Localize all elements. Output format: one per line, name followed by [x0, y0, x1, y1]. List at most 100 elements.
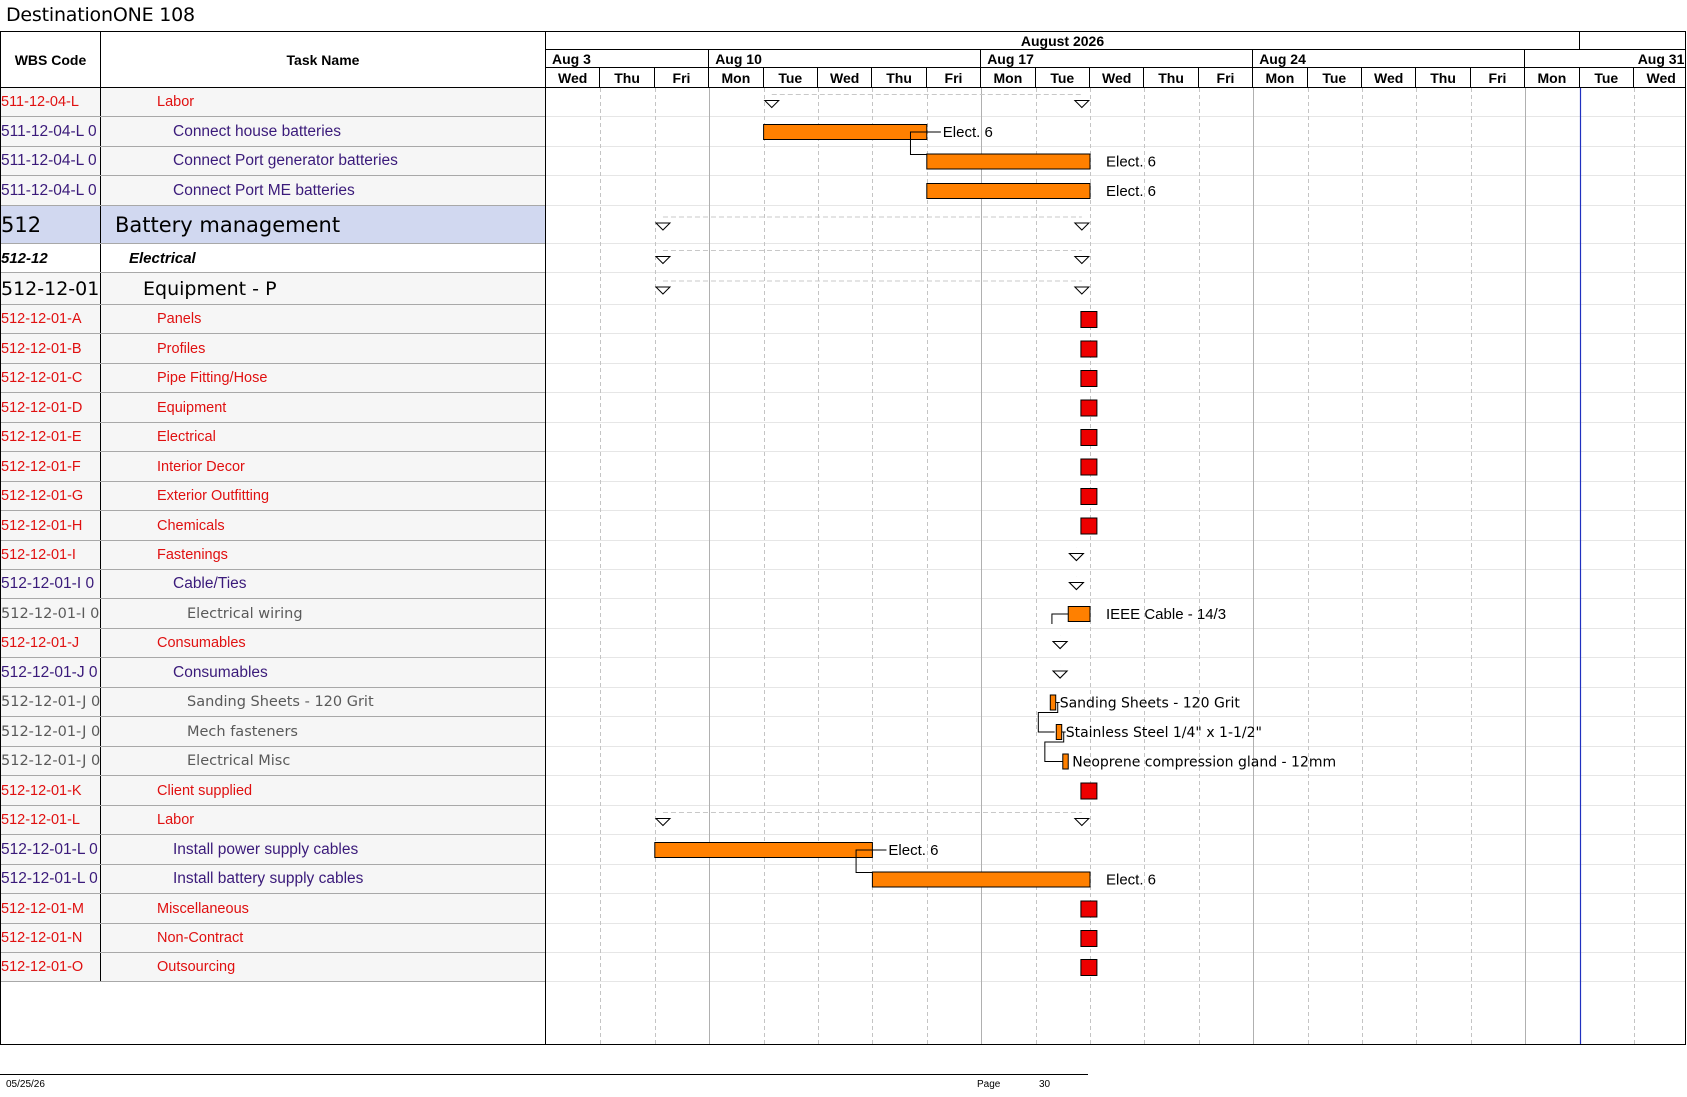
task-name-cell[interactable]: Client supplied: [101, 776, 545, 805]
wbs-code-cell[interactable]: 511-12-04-L: [1, 88, 101, 116]
table-row[interactable]: 511-12-04-L Labor: [1, 88, 545, 117]
task-name-cell[interactable]: Labor: [101, 88, 545, 116]
task-name-cell[interactable]: Non-Contract: [101, 924, 545, 952]
wbs-code-cell[interactable]: 512: [1, 206, 101, 243]
table-row[interactable]: 512-12-01-A Panels: [1, 305, 545, 334]
wbs-code-cell[interactable]: 511-12-04-L 0: [1, 117, 101, 146]
task-name-cell[interactable]: Sanding Sheets - 120 Grit: [101, 688, 545, 716]
table-row[interactable]: 512-12-01-G Exterior Outfitting: [1, 482, 545, 511]
table-row[interactable]: 512-12-01-H Chemicals: [1, 511, 545, 541]
task-name-cell[interactable]: Install power supply cables: [101, 835, 545, 864]
day-label: Tue: [1308, 68, 1362, 87]
day-label: Thu: [600, 68, 655, 87]
wbs-code-cell[interactable]: 512-12-01-L 0: [1, 865, 101, 893]
table-row[interactable]: 512-12-01-J 01 Sanding Sheets - 120 Grit: [1, 688, 545, 717]
task-name-cell[interactable]: Equipment: [101, 393, 545, 422]
wbs-code-cell[interactable]: 512-12-01-D: [1, 393, 101, 422]
wbs-code-cell[interactable]: 512-12-01-C: [1, 364, 101, 392]
wbs-code-cell[interactable]: 512-12-01-O: [1, 953, 101, 981]
table-row[interactable]: 512-12-01-J Consumables: [1, 629, 545, 658]
table-row[interactable]: 512-12-01-C Pipe Fitting/Hose: [1, 364, 545, 393]
task-name-cell[interactable]: Cable/Ties: [101, 570, 545, 598]
wbs-code-cell[interactable]: 512-12-01-J 0: [1, 658, 101, 687]
table-row[interactable]: 512-12-01-E Electrical: [1, 423, 545, 452]
table-row[interactable]: 511-12-04-L 0 Connect house batteries: [1, 117, 545, 147]
wbs-code-cell[interactable]: 512-12-01-J 01: [1, 717, 101, 746]
wbs-code-cell[interactable]: 512-12-01-A: [1, 305, 101, 333]
task-name-cell[interactable]: Consumables: [101, 658, 545, 687]
wbs-code-cell[interactable]: 512-12-01-J 01: [1, 747, 101, 775]
wbs-code-cell[interactable]: 512-12-01-J: [1, 629, 101, 657]
task-name-cell[interactable]: Interior Decor: [101, 452, 545, 481]
wbs-code-cell[interactable]: 512-12-01-L 0: [1, 835, 101, 864]
table-row[interactable]: 512-12-01-J 01 Electrical Misc: [1, 747, 545, 776]
table-row[interactable]: 512-12-01-M Miscellaneous: [1, 894, 545, 924]
table-row[interactable]: 512-12-01-L 0 Install battery supply cabl…: [1, 865, 545, 894]
wbs-code-cell[interactable]: 512-12-01-E: [1, 423, 101, 451]
task-name-cell[interactable]: Panels: [101, 305, 545, 333]
task-name-cell[interactable]: Profiles: [101, 334, 545, 363]
gantt-row-bg: [546, 334, 1685, 364]
task-name-cell[interactable]: Consumables: [101, 629, 545, 657]
task-name-cell[interactable]: Miscellaneous: [101, 894, 545, 923]
wbs-code-cell[interactable]: 512-12-01-L: [1, 806, 101, 834]
task-name-cell[interactable]: Pipe Fitting/Hose: [101, 364, 545, 392]
gantt-row-bg: [546, 364, 1685, 393]
wbs-code-cell[interactable]: 512-12-01-H: [1, 511, 101, 540]
column-header-wbs-code[interactable]: WBS Code: [1, 32, 101, 88]
task-name-cell[interactable]: Exterior Outfitting: [101, 482, 545, 510]
day-label: Fri: [655, 68, 710, 87]
wbs-code-cell[interactable]: 512-12-01-I 01: [1, 599, 101, 628]
wbs-code-cell[interactable]: 511-12-04-L 0: [1, 176, 101, 205]
task-name-cell[interactable]: Connect Port generator batteries: [101, 147, 545, 175]
wbs-code-cell[interactable]: 512-12-01-I: [1, 541, 101, 569]
wbs-code-cell[interactable]: 512-12-01: [1, 273, 101, 304]
table-row[interactable]: 512-12-01-J 01 Mech fasteners: [1, 717, 545, 747]
wbs-code-cell[interactable]: 511-12-04-L 0: [1, 147, 101, 175]
task-name-cell[interactable]: Electrical: [101, 244, 545, 272]
wbs-code-cell[interactable]: 512-12-01-I 0: [1, 570, 101, 598]
table-row[interactable]: 512-12-01-I 0 Cable/Ties: [1, 570, 545, 599]
task-name-cell[interactable]: Electrical wiring: [101, 599, 545, 628]
task-name-cell[interactable]: Connect Port ME batteries: [101, 176, 545, 205]
table-row[interactable]: 512-12-01 Equipment - P: [1, 273, 545, 305]
table-row[interactable]: 511-12-04-L 0 Connect Port generator batt…: [1, 147, 545, 176]
table-row[interactable]: 512-12-01-D Equipment: [1, 393, 545, 423]
task-name-cell[interactable]: Chemicals: [101, 511, 545, 540]
task-name-cell[interactable]: Equipment - P: [101, 273, 545, 304]
wbs-code-cell[interactable]: 512-12-01-G: [1, 482, 101, 510]
gantt-row-bg: [546, 206, 1685, 244]
wbs-code-cell[interactable]: 512-12-01-M: [1, 894, 101, 923]
wbs-code-cell[interactable]: 512-12-01-K: [1, 776, 101, 805]
task-name-cell[interactable]: Battery management: [101, 206, 545, 243]
table-row[interactable]: 512-12-01-I Fastenings: [1, 541, 545, 570]
task-name-cell[interactable]: Electrical Misc: [101, 747, 545, 775]
wbs-code-cell[interactable]: 512-12-01-J 01: [1, 688, 101, 716]
wbs-code-cell[interactable]: 512-12-01-F: [1, 452, 101, 481]
task-name-cell[interactable]: Fastenings: [101, 541, 545, 569]
task-name-cell[interactable]: Install battery supply cables: [101, 865, 545, 893]
task-name-cell[interactable]: Labor: [101, 806, 545, 834]
day-label: Thu: [1144, 68, 1199, 87]
wbs-code-cell[interactable]: 512-12-01-N: [1, 924, 101, 952]
task-name-cell[interactable]: Outsourcing: [101, 953, 545, 981]
table-row[interactable]: 512 Battery management: [1, 206, 545, 244]
table-row[interactable]: 512-12 Electrical: [1, 244, 545, 273]
table-row[interactable]: 512-12-01-F Interior Decor: [1, 452, 545, 482]
table-row[interactable]: 512-12-01-J 0 Consumables: [1, 658, 545, 688]
table-row[interactable]: 512-12-01-L 0 Install power supply cables: [1, 835, 545, 865]
table-row[interactable]: 512-12-01-L Labor: [1, 806, 545, 835]
wbs-code-cell[interactable]: 512-12: [1, 244, 101, 272]
column-header-task-name[interactable]: Task Name: [101, 32, 545, 88]
task-name-cell[interactable]: Mech fasteners: [101, 717, 545, 746]
task-name-cell[interactable]: Connect house batteries: [101, 117, 545, 146]
wbs-code-cell[interactable]: 512-12-01-B: [1, 334, 101, 363]
table-row[interactable]: 512-12-01-I 01 Electrical wiring: [1, 599, 545, 629]
table-row[interactable]: 512-12-01-O Outsourcing: [1, 953, 545, 982]
task-name-cell[interactable]: Electrical: [101, 423, 545, 451]
milestone-marker: [1080, 930, 1098, 947]
table-row[interactable]: 512-12-01-N Non-Contract: [1, 924, 545, 953]
table-row[interactable]: 512-12-01-B Profiles: [1, 334, 545, 364]
table-row[interactable]: 512-12-01-K Client supplied: [1, 776, 545, 806]
table-row[interactable]: 511-12-04-L 0 Connect Port ME batteries: [1, 176, 545, 206]
